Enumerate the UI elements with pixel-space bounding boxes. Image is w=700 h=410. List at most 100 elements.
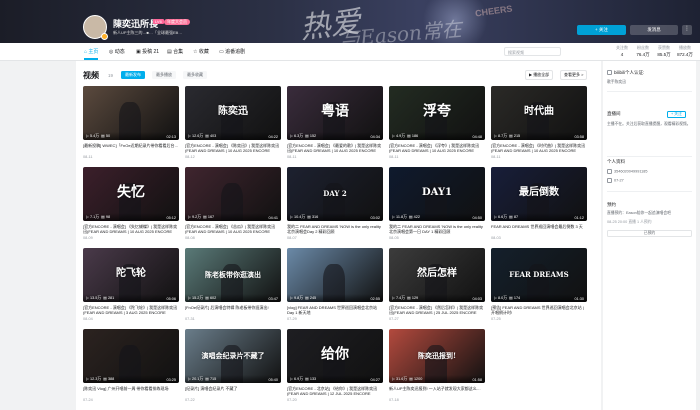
video-thumbnail[interactable]: 陈奕迅报到! ▷ 31.6万 ▤ 1200 01:58: [389, 329, 485, 383]
video-stats: ▷ 6.9万 ▤ 133: [290, 377, 317, 381]
video-stats: ▷ 15.2万 ▤ 602: [188, 296, 217, 300]
video-thumbnail[interactable]: 然后怎样 ▷ 7.4万 ▤ 129 04:03: [389, 248, 485, 302]
video-thumbnail[interactable]: ▷ 9.8万 ▤ 245 02:55: [287, 248, 383, 302]
stat-following[interactable]: 关注数 4: [611, 45, 633, 57]
video-thumbnail[interactable]: FEAR DREAMS ▷ 8.0万 ▤ 174 01:30: [491, 248, 587, 302]
video-card[interactable]: ▷ 9.8万 ▤ 245 02:55 [vlog] FEAR AND DREAMS …: [287, 248, 383, 321]
video-title[interactable]: [官方ENCORE - 北京站] 《给你》| 我是这样陈奕迅(FEAR AND …: [287, 386, 383, 396]
tab-dynamic[interactable]: ◎ 动态: [109, 48, 125, 55]
avatar[interactable]: [83, 15, 108, 40]
tab-uploads[interactable]: ▣ 投稿 21: [136, 48, 159, 55]
video-card[interactable]: DAY 2 ▷ 10.4万 ▤ 316 03:02 我的二 FEAR AND DREA…: [287, 167, 383, 240]
video-thumbnail[interactable]: ▷ 5.4万 ▤ 50 02:13: [83, 86, 179, 140]
video-date: 08-11: [491, 154, 501, 159]
video-card[interactable]: 陀飞轮 ▷ 13.5万 ▤ 281 05:06 [官方ENCORE - 演唱会] 《陀…: [83, 248, 179, 321]
live-follow-button[interactable]: + 关注: [667, 111, 686, 118]
video-title[interactable]: [官方ENCORE - 演唱会] 《苦瓜》| 我是这样陈奕迅(FEAR AND …: [185, 224, 281, 234]
video-title[interactable]: 新人UP主陈奕迅报到! 一入站子就发现大家都这么…: [389, 386, 485, 396]
video-title[interactable]: [vlog] FEAR AND DREAMS 世界巡回演唱会北京站 Day 1 …: [287, 305, 383, 315]
video-stats: ▷ 5.4万 ▤ 50: [86, 134, 111, 138]
video-thumbnail[interactable]: ▷ 9.2万 ▤ 167 04:41: [185, 167, 281, 221]
video-title[interactable]: [最新投稿] WWEC]「FnOe近期纪录片带你看看后台…: [83, 143, 179, 153]
video-thumbnail[interactable]: 陀飞轮 ▷ 13.5万 ▤ 281 05:06: [83, 248, 179, 302]
video-thumbnail[interactable]: 粤语 ▷ 6.3万 ▤ 152 04:34: [287, 86, 383, 140]
video-card[interactable]: 时代曲 ▷ 8.7万 ▤ 215 03:58 [官方ENCORE - 演唱会] 《时代…: [491, 86, 587, 159]
video-card[interactable]: 演唱会纪录片不藏了 ▷ 20.1万 ▤ 715 05:40 [纪录片] 演唱会纪录片 …: [185, 329, 281, 402]
booking-text: 直播预约：Eason陪你一起追演唱会吧: [607, 211, 671, 215]
video-thumbnail[interactable]: 给你 ▷ 6.9万 ▤ 133 04:27: [287, 329, 383, 383]
video-title[interactable]: 我的二 FEAR AND DREAMS 'NOW is the only rea…: [287, 224, 383, 234]
video-thumbnail[interactable]: 演唱会纪录片不藏了 ▷ 20.1万 ▤ 715 05:40: [185, 329, 281, 383]
video-card[interactable]: 陈奕迅 ▷ 12.6万 ▤ 403 04:22 [官方ENCORE - 演唱会] 《陈…: [185, 86, 281, 159]
video-title[interactable]: [官方ENCORE - 演唱会] 《陀飞轮》| 我是这样陈奕迅(FEAR AND…: [83, 305, 179, 315]
tab-favorites[interactable]: ☆ 收藏: [193, 48, 209, 55]
search-input[interactable]: 搜索视频: [504, 47, 561, 56]
thumbnail-caption: DAY1: [421, 187, 453, 198]
more-menu-button[interactable]: ⋮: [682, 25, 692, 35]
video-title[interactable]: [官方ENCORE - 演唱会] 《浮夸》| 我是这样陈奕迅(FEAR AND …: [389, 143, 485, 153]
thumbnail-caption: FEAR DREAMS: [509, 269, 569, 279]
video-thumbnail[interactable]: ▷ 12.3万 ▤ 388 03:25: [83, 329, 179, 383]
video-title[interactable]: [预告] FEAR AND DREAMS 世界巡回演唱会北京站 | 开唱倒计时!: [491, 305, 587, 315]
sort-most-favorited[interactable]: 最多收藏: [183, 71, 207, 79]
tab-bangumi[interactable]: ▭ 追番追剧: [219, 48, 245, 55]
message-button[interactable]: 发消息: [630, 25, 678, 35]
video-thumbnail[interactable]: 时代曲 ▷ 8.7万 ▤ 215 03:58: [491, 86, 587, 140]
thumbnail-caption: 粤语: [321, 103, 349, 120]
video-thumbnail[interactable]: DAY1 ▷ 11.8万 ▤ 422 04:50: [389, 167, 485, 221]
video-date: 08-11: [389, 154, 399, 159]
video-thumbnail[interactable]: DAY 2 ▷ 10.4万 ▤ 316 03:02: [287, 167, 383, 221]
video-section: 视频 19 最新发布 最多播放 最多收藏 ▶ 播放全部 查看更多 > ▷ 5.4…: [76, 61, 601, 410]
video-card[interactable]: ▷ 9.2万 ▤ 167 04:41 [官方ENCORE - 演唱会] 《苦瓜》| …: [185, 167, 281, 240]
video-title[interactable]: 我的二 FEAR AND DREAMS 'NOW is the only rea…: [389, 224, 485, 234]
level-badge: LV6: [153, 19, 164, 24]
thumbnail-caption: 陀飞轮: [116, 268, 146, 279]
view-more-link[interactable]: 查看更多 >: [560, 70, 588, 80]
video-card[interactable]: 给你 ▷ 6.9万 ▤ 133 04:27 [官方ENCORE - 北京站] 《给你》…: [287, 329, 383, 402]
video-title[interactable]: [官方ENCORE - 演唱会] 《陈奕迅》| 我是这样陈奕迅(FEAR AND…: [185, 143, 281, 153]
video-card[interactable]: ▷ 5.4万 ▤ 50 02:13 [最新投稿] WWEC]「FnOe近期纪录片带你…: [83, 86, 179, 159]
video-stats: ▷ 31.6万 ▤ 1200: [392, 377, 423, 381]
video-thumbnail[interactable]: 失忆 ▷ 7.1万 ▤ 98 05:12: [83, 167, 179, 221]
video-card[interactable]: 然后怎样 ▷ 7.4万 ▤ 129 04:03 [官方ENCORE - 演唱会] 《然…: [389, 248, 485, 321]
video-thumbnail[interactable]: 浮夸 ▷ 4.9万 ▤ 186 04:48: [389, 86, 485, 140]
video-date: 08-08: [185, 235, 195, 240]
video-duration: 01:58: [472, 378, 482, 382]
tab-home[interactable]: ⌂ 主页: [84, 48, 99, 60]
video-stats: ▷ 13.5万 ▤ 281: [86, 296, 115, 300]
bio: 新人UP主陈三的…■…「全球最强Elli…: [113, 30, 183, 35]
booking-button[interactable]: 已预约: [607, 230, 692, 237]
video-title[interactable]: [陈奕迅 Vlog] 广州开唱前一周 带你看看排练现场: [83, 386, 179, 396]
play-all-button[interactable]: ▶ 播放全部: [525, 70, 554, 80]
video-title[interactable]: [官方ENCORE - 演唱会] 《时代曲》| 我是这样陈奕迅(FEAR AND…: [491, 143, 587, 153]
video-thumbnail[interactable]: 最后倒数 ▷ 6.6万 ▤ 87 01:12: [491, 167, 587, 221]
video-card[interactable]: 陈奕迅报到! ▷ 31.6万 ▤ 1200 01:58 新人UP主陈奕迅报到! 一入站…: [389, 329, 485, 402]
video-card[interactable]: FEAR DREAMS ▷ 8.0万 ▤ 174 01:30 [预告] FEAR AN…: [491, 248, 587, 321]
video-thumbnail[interactable]: 陈奕迅 ▷ 12.6万 ▤ 403 04:22: [185, 86, 281, 140]
sort-most-played[interactable]: 最多播放: [152, 71, 176, 79]
video-card[interactable]: 陈老板带你逛演出 ▷ 15.2万 ▤ 602 03:47 [FnOe纪录片] 后演唱会…: [185, 248, 281, 321]
video-card[interactable]: 粤语 ▷ 6.3万 ▤ 152 04:34 [官方ENCORE - 演唱会] 《最爱的…: [287, 86, 383, 159]
video-date: 07-27: [389, 316, 399, 321]
video-card[interactable]: DAY1 ▷ 11.8万 ▤ 422 04:50 我的二 FEAR AND DREAM…: [389, 167, 485, 240]
video-title[interactable]: [FnOe纪录片] 后演唱会特辑 陈老板带你逛演出!: [185, 305, 281, 315]
video-duration: 01:12: [574, 216, 584, 220]
tab-collection[interactable]: ▤ 合集: [167, 48, 183, 55]
video-thumbnail[interactable]: 陈老板带你逛演出 ▷ 15.2万 ▤ 602 03:47: [185, 248, 281, 302]
video-card[interactable]: 最后倒数 ▷ 6.6万 ▤ 87 01:12 FEAR AND DREAMS 世界巡回…: [491, 167, 587, 240]
video-title[interactable]: [官方ENCORE - 演唱会] 《最爱的歌》| 我是这样陈奕迅(FEAR AN…: [287, 143, 383, 153]
video-stats: ▷ 6.3万 ▤ 152: [290, 134, 317, 138]
video-date: 07-20: [287, 397, 297, 402]
video-title[interactable]: [官方ENCORE - 演唱会] 《失忆蝴蝶》| 我是这样陈奕迅(FEAR AN…: [83, 224, 179, 234]
video-count: 19: [108, 73, 114, 78]
video-title[interactable]: [纪录片] 演唱会纪录片 不藏了: [185, 386, 281, 396]
sort-latest[interactable]: 最新发布: [121, 71, 145, 79]
video-title[interactable]: [官方ENCORE - 演唱会] 《然后怎样》| 我是这样陈奕迅(FEAR AN…: [389, 305, 485, 315]
follow-button[interactable]: + 关注: [577, 25, 626, 35]
video-card[interactable]: 浮夸 ▷ 4.9万 ▤ 186 04:48 [官方ENCORE - 演唱会] 《浮夸》…: [389, 86, 485, 159]
video-card[interactable]: 失忆 ▷ 7.1万 ▤ 98 05:12 [官方ENCORE - 演唱会] 《失忆蝴蝶…: [83, 167, 179, 240]
thumbnail-caption: 陈奕迅: [218, 106, 248, 117]
video-card[interactable]: ▷ 12.3万 ▤ 388 03:25 [陈奕迅 Vlog] 广州开唱前一周 带你看…: [83, 329, 179, 402]
stat-followers[interactable]: 粉丝数 76.4万: [632, 45, 654, 58]
video-title[interactable]: FEAR AND DREAMS 世界巡回演唱会最后倒数 3 天: [491, 224, 587, 234]
